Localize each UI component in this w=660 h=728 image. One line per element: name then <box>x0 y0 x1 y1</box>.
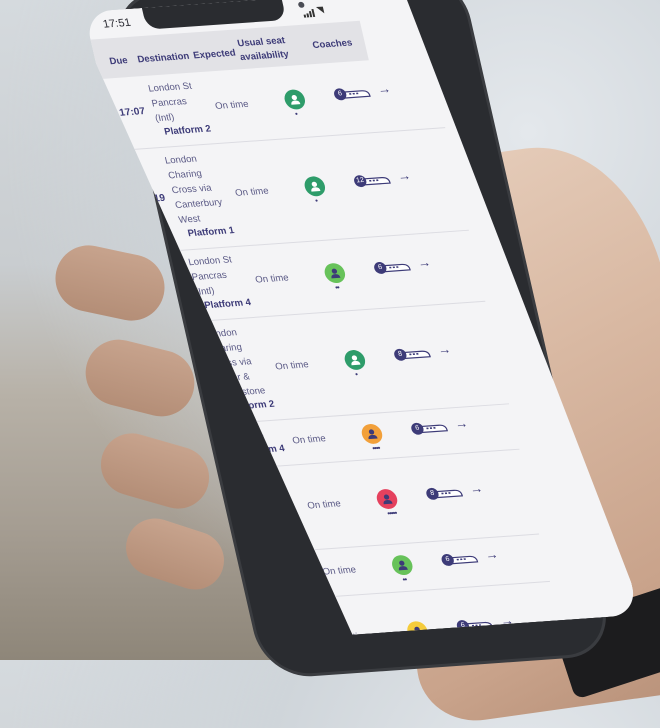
platform: Platform 2 <box>163 124 212 138</box>
seat-availability-person-icon <box>360 423 385 444</box>
coaches-train-icon: 12 <box>353 173 392 189</box>
seat-availability-dots: • <box>295 111 298 117</box>
seat-availability-person-icon <box>390 555 415 576</box>
header-coaches[interactable]: Coaches <box>311 37 353 51</box>
destination: London StPancras(Intl) <box>147 78 217 127</box>
platform: Platform 1 <box>187 225 236 239</box>
seat-availability-person-icon <box>303 176 328 197</box>
platform: Platform 4 <box>203 297 252 311</box>
expected-status: On time <box>291 433 327 446</box>
header-seat-line2: availability <box>239 49 290 63</box>
seat-availability-dots: ••••• <box>387 510 397 517</box>
arrow-right-icon[interactable]: → <box>436 341 452 357</box>
signal-icon <box>302 9 315 18</box>
expected-status: On time <box>254 272 290 285</box>
coaches-train-icon: 6 <box>373 260 412 276</box>
seat-availability-dots: •• <box>335 285 340 291</box>
header-seat-line1: Usual seat <box>236 35 286 49</box>
camera-icon <box>298 2 305 8</box>
header-seat-availability[interactable]: Usual seat availability <box>232 34 294 66</box>
destination: LondonCharingCross viaCanterburyWest <box>163 150 240 228</box>
seat-availability-person-icon <box>375 488 400 509</box>
arrow-right-icon[interactable]: → <box>453 415 469 431</box>
arrow-right-icon[interactable]: → <box>396 168 412 184</box>
coaches-train-icon: 6 <box>440 552 479 568</box>
expected-status: On time <box>214 99 250 112</box>
seat-availability-person-icon <box>323 263 348 284</box>
due-time: 17:07 <box>118 106 146 119</box>
arrow-right-icon[interactable]: → <box>483 547 499 563</box>
coaches-train-icon: 6 <box>333 86 372 102</box>
seat-availability-person-icon <box>283 89 308 110</box>
seat-availability-dots: •• <box>402 577 407 583</box>
header-due[interactable]: Due <box>108 55 128 67</box>
seat-availability-person-icon <box>343 349 368 370</box>
arrow-right-icon[interactable]: → <box>468 480 484 496</box>
expected-status: On time <box>274 359 310 372</box>
wifi-icon: ◥ <box>315 4 324 15</box>
seat-availability-dots: •••• <box>372 445 381 451</box>
coaches-train-icon: 8 <box>425 486 464 502</box>
expected-status: On time <box>322 564 358 577</box>
expected-status: On time <box>234 186 270 199</box>
photo-scene: 17:51 ◥ Due Destination Expected Usual s… <box>0 0 660 660</box>
coaches-train-icon: 8 <box>393 347 432 363</box>
seat-availability-dots: • <box>355 372 358 378</box>
coaches-train-icon: 6 <box>410 421 449 437</box>
seat-availability-dots: • <box>315 198 318 204</box>
arrow-right-icon[interactable]: → <box>376 81 392 97</box>
header-expected[interactable]: Expected <box>192 48 237 62</box>
arrow-right-icon[interactable]: → <box>416 255 432 271</box>
status-time: 17:51 <box>102 17 132 31</box>
header-destination[interactable]: Destination <box>136 51 190 65</box>
expected-status: On time <box>306 498 342 511</box>
